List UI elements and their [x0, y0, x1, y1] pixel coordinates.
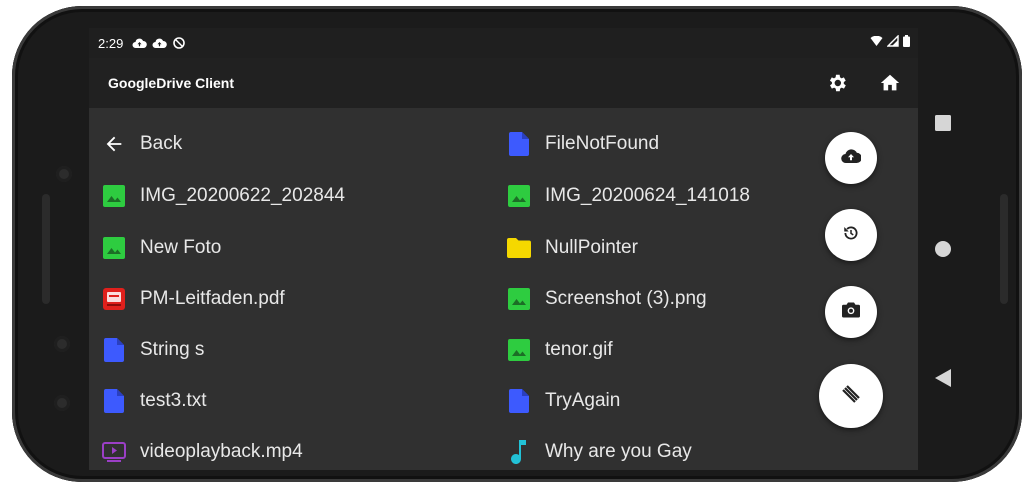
battery-icon: [903, 35, 910, 50]
file-item-img-20200624[interactable]: IMG_20200624_141018: [507, 176, 750, 216]
file-item-filenotfound[interactable]: FileNotFound: [507, 124, 659, 164]
file-icon: [102, 389, 126, 413]
cloud-upload-icon: [131, 37, 147, 49]
folder-icon: [507, 236, 531, 260]
file-label: String s: [140, 339, 205, 360]
file-label: PM-Leitfaden.pdf: [140, 288, 285, 309]
file-item-tryagain[interactable]: TryAgain: [507, 381, 620, 421]
file-label: New Foto: [140, 237, 222, 258]
app-screen: 2:29 GoogleDrive Client Back FileNotFoun…: [89, 28, 918, 470]
file-icon: [102, 338, 126, 362]
image-icon: [102, 184, 126, 208]
main-menu-fab[interactable]: [819, 364, 883, 428]
history-icon: [842, 224, 860, 247]
file-item-tenor-gif[interactable]: tenor.gif: [507, 330, 613, 370]
file-label: Screenshot (3).png: [545, 288, 707, 309]
pdf-icon: [102, 287, 126, 311]
file-item-screenshot[interactable]: Screenshot (3).png: [507, 279, 707, 319]
file-label: NullPointer: [545, 237, 638, 258]
phone-left-edge-button: [42, 194, 50, 304]
image-icon: [102, 236, 126, 260]
camera-fab[interactable]: [825, 286, 877, 338]
file-label: test3.txt: [140, 390, 207, 411]
home-circle-icon[interactable]: [935, 241, 951, 257]
status-time: 2:29: [98, 35, 124, 51]
file-label: Back: [140, 133, 183, 154]
file-label: TryAgain: [545, 390, 621, 411]
no-sync-icon: [171, 37, 187, 49]
folder-item-nullpointer[interactable]: NullPointer: [507, 228, 638, 268]
image-icon: [507, 287, 531, 311]
file-label: IMG_20200622_202844: [140, 185, 345, 206]
sensor-dot: [54, 336, 70, 352]
file-item-img-20200622[interactable]: IMG_20200622_202844: [102, 176, 345, 216]
system-nav-bar: [918, 28, 978, 470]
file-icon: [507, 132, 531, 156]
cloud-upload-icon: [151, 37, 167, 49]
menu-toggle-icon: [838, 381, 864, 412]
app-bar: GoogleDrive Client: [89, 58, 918, 108]
file-item-videoplayback[interactable]: videoplayback.mp4: [102, 432, 303, 470]
phone-right-edge-button: [1000, 194, 1008, 304]
cloud-upload-icon: [841, 148, 862, 169]
camera-icon: [842, 302, 860, 323]
history-fab[interactable]: [825, 209, 877, 261]
file-label: IMG_20200624_141018: [545, 185, 750, 206]
file-item-test3-txt[interactable]: test3.txt: [102, 381, 207, 421]
back-triangle-icon[interactable]: [935, 369, 951, 387]
video-icon: [102, 440, 126, 464]
file-item-new-foto[interactable]: New Foto: [102, 228, 221, 268]
settings-icon[interactable]: [825, 71, 849, 95]
file-label: videoplayback.mp4: [140, 441, 303, 462]
file-icon: [507, 389, 531, 413]
app-title: GoogleDrive Client: [108, 75, 235, 91]
arrow-back-icon: [102, 132, 126, 156]
file-label: FileNotFound: [545, 133, 660, 154]
back-button[interactable]: Back: [102, 124, 182, 164]
recents-icon[interactable]: [935, 115, 951, 131]
signal-icon: [886, 34, 899, 50]
image-icon: [507, 338, 531, 362]
status-bar: 2:29: [89, 28, 918, 58]
file-item-why-are-you-gay[interactable]: Why are you Gay: [507, 432, 692, 470]
wifi-icon: [870, 35, 883, 50]
upload-fab[interactable]: [825, 132, 877, 184]
file-label: tenor.gif: [545, 339, 613, 360]
file-label: Why are you Gay: [545, 441, 692, 462]
sensor-dot: [54, 395, 70, 411]
home-icon[interactable]: [878, 71, 902, 95]
front-speaker-dot: [56, 166, 72, 182]
image-icon: [507, 184, 531, 208]
music-note-icon: [507, 440, 531, 464]
file-item-pm-leitfaden[interactable]: PM-Leitfaden.pdf: [102, 279, 285, 319]
file-item-string-s[interactable]: String s: [102, 330, 204, 370]
